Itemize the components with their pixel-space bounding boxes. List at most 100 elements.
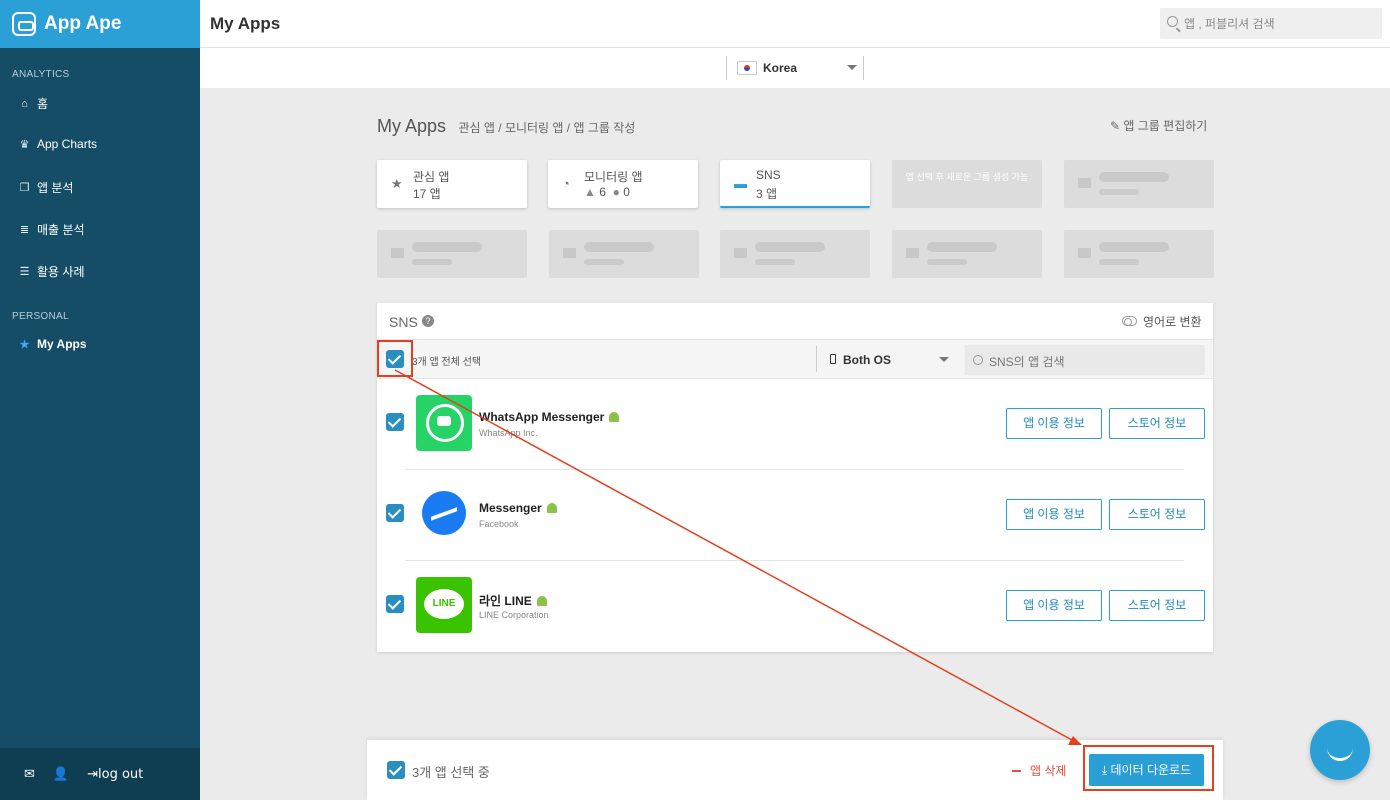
sidebar-item-revenue-analysis[interactable]: ≣ 매출 분석 <box>18 221 85 238</box>
folder-icon <box>1078 248 1091 258</box>
ape-logo-icon <box>12 12 36 36</box>
logo-text: App Ape <box>44 13 122 34</box>
group-count: 3 앱 <box>756 187 778 201</box>
country-label: Korea <box>763 61 798 75</box>
sidebar-item-app-charts[interactable]: ♛ App Charts <box>18 137 97 151</box>
logout-link[interactable]: ⇥log out <box>87 767 143 782</box>
delete-label: 앱 삭제 <box>1030 764 1067 778</box>
folder-icon <box>906 248 919 258</box>
country-select[interactable]: Korea <box>726 56 864 80</box>
page-heading-title: My Apps <box>377 116 447 136</box>
group-name: 모니터링 앱 <box>584 170 643 184</box>
app-row-messenger: Messenger Facebook 앱 이용 정보 스토어 정보 <box>377 470 1213 561</box>
folder-icon <box>734 248 747 258</box>
minus-icon <box>1012 770 1021 772</box>
folder-icon <box>1078 178 1091 188</box>
folder-icon <box>563 248 576 258</box>
store-info-button[interactable]: 스토어 정보 <box>1109 590 1205 621</box>
panel-title: SNS <box>389 314 418 330</box>
app-developer: LINE Corporation <box>479 610 549 620</box>
android-icon <box>546 503 557 513</box>
translate-label: 영어로 변환 <box>1143 315 1202 329</box>
list-icon: ☰ <box>19 266 30 278</box>
global-search-input[interactable]: 앱 , 퍼블리셔 검색 <box>1160 8 1382 39</box>
database-icon: ≣ <box>19 224 30 236</box>
empty-group-slot <box>1064 230 1214 278</box>
empty-group-slot <box>892 230 1042 278</box>
sidebar-item-label: 매출 분석 <box>37 223 85 237</box>
app-usage-button[interactable]: 앱 이용 정보 <box>1006 590 1102 621</box>
edit-group-label: 앱 그룹 편집하기 <box>1123 119 1208 133</box>
selection-checkbox[interactable] <box>387 761 405 779</box>
sidebar-item-app-analysis[interactable]: ❐ 앱 분석 <box>18 179 74 196</box>
app-developer: WhatsApp Inc. <box>479 428 538 438</box>
app-name-text: Messenger <box>479 501 542 515</box>
sidebar-item-label: 홈 <box>37 97 49 111</box>
search-icon <box>1167 16 1178 27</box>
android-count: 6 <box>599 185 606 199</box>
translate-toggle[interactable] <box>1122 316 1137 326</box>
chat-bubble-icon[interactable] <box>1310 720 1370 780</box>
app-usage-button[interactable]: 앱 이용 정보 <box>1006 499 1102 530</box>
phone-icon <box>830 354 836 364</box>
empty-group-slot <box>377 230 527 278</box>
user-icon[interactable]: 👤 <box>53 767 69 782</box>
logout-icon: ⇥ <box>87 766 98 782</box>
android-icon <box>536 596 547 606</box>
star-icon: ★ <box>391 176 403 191</box>
dashboard-icon: ◔ <box>562 176 570 191</box>
group-card-sns[interactable]: ▬ SNS 3 앱 <box>720 160 870 208</box>
empty-group-slot <box>720 230 870 278</box>
os-filter-label: Both OS <box>843 353 891 367</box>
delete-apps-button[interactable]: 앱 삭제 <box>1012 762 1066 779</box>
group-os-counts: ▲ 6 ● 0 <box>584 185 630 199</box>
whatsapp-app-icon <box>416 395 472 451</box>
app-checkbox[interactable] <box>386 413 404 431</box>
group-card-favorites[interactable]: ★ 관심 앱 17 앱 <box>377 160 527 208</box>
edit-icon: ✎ <box>1110 119 1124 133</box>
select-all-label: 3개 앱 전체 선택 <box>412 357 482 368</box>
mail-icon[interactable]: ✉ <box>24 767 35 782</box>
logo[interactable]: App Ape <box>0 0 200 48</box>
logout-label: log out <box>98 766 144 782</box>
group-panel: SNS ? 영어로 변환 3개 앱 전체 선택 Both OS SNS의 앱 검… <box>377 303 1213 652</box>
apple-icon: ● <box>612 185 620 199</box>
korea-flag-icon <box>737 61 757 75</box>
group-name: 관심 앱 <box>413 170 450 184</box>
group-card-monitoring[interactable]: ◔ 모니터링 앱 ▲ 6 ● 0 <box>548 160 698 208</box>
help-icon[interactable]: ? <box>422 315 434 327</box>
store-info-button[interactable]: 스토어 정보 <box>1109 499 1205 530</box>
app-row-line: LINE 라인 LINE LINE Corporation 앱 이용 정보 스토… <box>377 561 1213 652</box>
sidebar-item-label: 활용 사례 <box>37 265 85 279</box>
sidebar-item-home[interactable]: ⌂ 홈 <box>18 95 48 112</box>
edit-group-link[interactable]: ✎ 앱 그룹 편집하기 <box>1110 117 1207 134</box>
selection-count-text: 3개 앱 선택 중 <box>412 765 490 780</box>
app-usage-button[interactable]: 앱 이용 정보 <box>1006 408 1102 439</box>
star-icon: ★ <box>19 338 30 351</box>
new-group-placeholder: 앱 선택 후 새로운 그룹 생성 가능 <box>892 160 1042 208</box>
folder-icon <box>391 248 404 258</box>
app-name: 라인 LINE <box>479 592 547 609</box>
os-filter-select[interactable]: Both OS <box>816 346 953 372</box>
sidebar-footer: ✉ 👤 ⇥log out <box>0 748 200 800</box>
sidebar-item-my-apps[interactable]: ★ My Apps <box>18 337 87 351</box>
app-name-text: 라인 LINE <box>479 594 532 608</box>
app-checkbox[interactable] <box>386 504 404 522</box>
folder-icon: ▬ <box>734 176 747 191</box>
app-checkbox[interactable] <box>386 595 404 613</box>
store-info-button[interactable]: 스토어 정보 <box>1109 408 1205 439</box>
highlight-box-select-all <box>377 340 413 377</box>
sidebar: App Ape ANALYTICS ⌂ 홈 ♛ App Charts ❐ 앱 분… <box>0 0 200 800</box>
messenger-app-icon <box>416 486 472 542</box>
section-label-analytics: ANALYTICS <box>12 69 70 80</box>
app-row-whatsapp: WhatsApp Messenger WhatsApp Inc. 앱 이용 정보… <box>377 379 1213 470</box>
search-icon <box>973 355 983 365</box>
country-bar: Korea <box>200 48 1390 88</box>
app-developer: Facebook <box>479 519 519 529</box>
panel-header: SNS ? 영어로 변환 <box>377 303 1213 339</box>
app-search-input[interactable]: SNS의 앱 검색 <box>965 345 1205 375</box>
sidebar-item-use-cases[interactable]: ☰ 활용 사례 <box>18 263 85 280</box>
group-count: 17 앱 <box>413 187 441 201</box>
trophy-icon: ♛ <box>19 138 30 151</box>
page-heading: My Apps 관심 앱 / 모니터링 앱 / 앱 그룹 작성 <box>377 116 635 137</box>
